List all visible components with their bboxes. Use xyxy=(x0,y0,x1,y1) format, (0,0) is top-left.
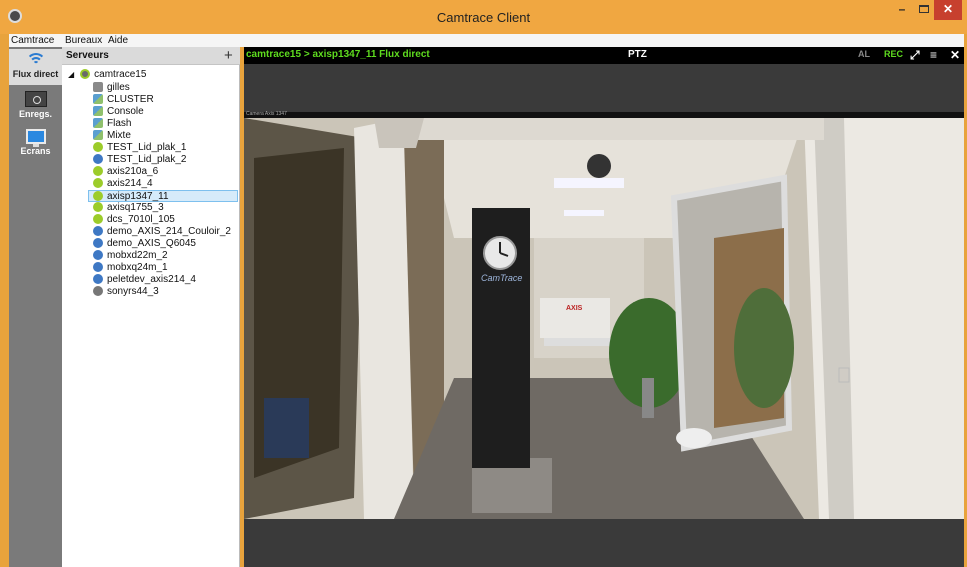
folder-icon xyxy=(93,130,103,141)
left-nav: Flux direct Enregs. Ecrans xyxy=(9,47,62,567)
tree-item[interactable]: Flash xyxy=(93,118,131,130)
ptz-button[interactable]: PTZ xyxy=(628,49,647,60)
tree-item[interactable]: sonyrs44_3 xyxy=(93,286,159,298)
menu-bar: Camtrace Bureaux Aide xyxy=(9,34,964,47)
camera-icon xyxy=(93,154,103,165)
viewer-breadcrumb[interactable]: camtrace15 > axisp1347_11 Flux direct xyxy=(246,49,430,60)
tree-item-label: mobxq24m_1 xyxy=(107,262,168,273)
servers-panel: Serveurs + ◢ camtrace15 gilles CLUSTER Cons… xyxy=(62,47,240,567)
tree-item[interactable]: gilles xyxy=(93,82,130,94)
viewer-toolbar: camtrace15 > axisp1347_11 Flux direct PT… xyxy=(244,47,964,64)
tree-item-label: Mixte xyxy=(107,130,131,141)
tree-item[interactable]: mobxd22m_2 xyxy=(93,250,168,262)
camera-icon xyxy=(93,202,103,213)
tree-item-label: demo_AXIS_Q6045 xyxy=(107,238,196,249)
video-overlay-text: Camera Axis 1347 xyxy=(246,111,287,117)
tree-item[interactable]: Console xyxy=(93,106,144,118)
tree-item-label: TEST_Lid_plak_1 xyxy=(107,142,187,153)
tree-item-label: demo_AXIS_214_Couloir_2 xyxy=(107,226,231,237)
tree-item[interactable]: TEST_Lid_plak_2 xyxy=(93,154,187,166)
video-viewer: camtrace15 > axisp1347_11 Flux direct PT… xyxy=(244,47,964,567)
camera-icon xyxy=(93,191,103,202)
close-viewer-icon[interactable]: ✕ xyxy=(950,48,960,62)
fullscreen-icon[interactable]: ⤢ xyxy=(910,48,920,63)
tree-item[interactable]: TEST_Lid_plak_1 xyxy=(93,142,187,154)
tree-root[interactable]: ◢ camtrace15 xyxy=(68,69,146,81)
camera-icon xyxy=(93,142,103,153)
folder-icon xyxy=(93,106,103,117)
tree-item[interactable]: dcs_7010l_105 xyxy=(93,214,175,226)
alarm-button[interactable]: AL xyxy=(858,49,870,59)
collapse-arrow-icon[interactable]: ◢ xyxy=(68,70,74,79)
tree-item[interactable]: Mixte xyxy=(93,130,131,142)
tree-item-label: mobxd22m_2 xyxy=(107,250,168,261)
minimize-button[interactable]: – xyxy=(889,0,915,20)
record-button[interactable]: REC xyxy=(884,49,903,59)
menu-aide[interactable]: Aide xyxy=(108,34,128,47)
folder-icon xyxy=(93,94,103,105)
tree-item[interactable]: mobxq24m_1 xyxy=(93,262,168,274)
camera-icon xyxy=(93,238,103,249)
tree-item-label: axisq1755_3 xyxy=(107,202,164,213)
folder-icon xyxy=(93,82,103,93)
tree-root-label: camtrace15 xyxy=(94,69,147,80)
nav-label-enregs: Enregs. xyxy=(18,109,52,119)
tree-item-label: CLUSTER xyxy=(107,94,154,105)
tree-item[interactable]: axisq1755_3 xyxy=(93,202,164,214)
server-root-icon xyxy=(80,69,91,80)
title-bar: Camtrace Client – ✕ xyxy=(0,0,967,34)
screens-icon xyxy=(25,129,46,147)
tree-item[interactable]: demo_AXIS_Q6045 xyxy=(93,238,196,250)
tree-item[interactable]: axisp1347_11 xyxy=(88,190,238,202)
nav-ecrans[interactable]: Ecrans xyxy=(9,125,62,159)
camera-icon xyxy=(93,286,103,297)
tree-item-label: dcs_7010l_105 xyxy=(107,214,175,225)
camera-video-frame[interactable]: CamTrace AXIS xyxy=(244,118,964,519)
folder-icon xyxy=(93,118,103,129)
camera-icon xyxy=(93,166,103,177)
tree-item-label: peletdev_axis214_4 xyxy=(107,274,196,285)
tree-item[interactable]: axis214_4 xyxy=(93,178,153,190)
tree-item-label: axis210a_6 xyxy=(107,166,159,177)
add-server-button[interactable]: + xyxy=(224,47,233,64)
tree-item-label: Console xyxy=(107,106,144,117)
camera-icon xyxy=(93,262,103,273)
camera-icon xyxy=(93,226,103,237)
tree-item[interactable]: peletdev_axis214_4 xyxy=(93,274,196,286)
axis-sign-text: AXIS xyxy=(566,305,583,312)
window-title: Camtrace Client xyxy=(436,10,531,25)
nav-enregs[interactable]: Enregs. xyxy=(9,87,62,121)
tree-item-label: TEST_Lid_plak_2 xyxy=(107,154,187,165)
camera-icon xyxy=(93,214,103,225)
tree-item-label: Flash xyxy=(107,118,132,129)
maximize-button[interactable] xyxy=(915,0,933,20)
menu-bureaux[interactable]: Bureaux xyxy=(65,34,102,47)
wifi-icon xyxy=(25,53,46,67)
tree-item-label: sonyrs44_3 xyxy=(107,286,159,297)
tree-item[interactable]: CLUSTER xyxy=(93,94,154,106)
camera-icon xyxy=(93,178,103,189)
tree-item-label: axis214_4 xyxy=(107,178,153,189)
nav-label-ecrans: Ecrans xyxy=(20,146,51,156)
tree-item-label: gilles xyxy=(107,82,130,93)
tree-item[interactable]: axis210a_6 xyxy=(93,166,158,178)
camera-icon xyxy=(93,250,103,261)
camera-icon xyxy=(93,274,103,285)
tree-item-label: axisp1347_11 xyxy=(107,191,169,202)
menu-camtrace[interactable]: Camtrace xyxy=(11,34,54,47)
maximize-icon xyxy=(919,5,929,13)
recordings-icon xyxy=(24,91,47,107)
tree-item[interactable]: demo_AXIS_214_Couloir_2 xyxy=(93,226,231,238)
servers-title: Serveurs xyxy=(66,50,109,61)
menu-icon[interactable]: ≡ xyxy=(930,48,937,62)
camtrace-sign-text: CamTrace xyxy=(481,273,522,283)
camera-scene: CamTrace AXIS xyxy=(244,118,964,519)
nav-flux-direct[interactable]: Flux direct xyxy=(9,49,62,85)
servers-header: Serveurs + xyxy=(62,47,240,65)
close-button[interactable]: ✕ xyxy=(934,0,962,20)
